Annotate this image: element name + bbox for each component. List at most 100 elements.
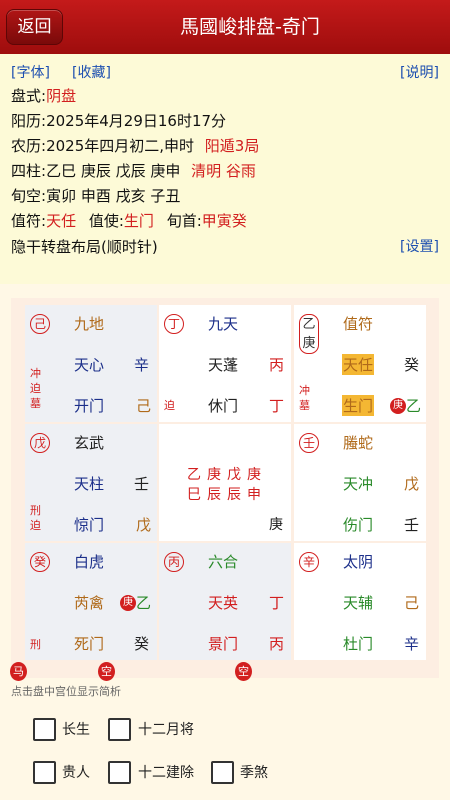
help-link[interactable]: [说明] [400, 62, 439, 82]
hidden-stem: 辛 [299, 552, 319, 572]
solar-label: 阳历: [11, 112, 47, 130]
center-stem-1: 乙 [187, 467, 201, 483]
xunshou-label: 旬首: [166, 212, 202, 230]
sizhu-row: 四柱:乙巳 庚辰 戊辰 庚申 清明 谷雨 [11, 160, 256, 181]
mark-chong: 冲 [30, 367, 41, 380]
hint-text: 点击盘中宫位显示简析 [11, 685, 121, 698]
star-stem: 壬 [134, 475, 150, 493]
palace-top-left[interactable]: 己 九地 天心 辛 开门 己 冲 迫 墓 [25, 305, 157, 422]
label-jianchu: 十二建除 [138, 765, 194, 781]
mark-xing: 刑 [30, 638, 41, 651]
palace-middle-right[interactable]: 壬 螣蛇 天冲 戊 伤门 壬 [294, 424, 426, 541]
hidden-stem: 癸 [30, 552, 50, 572]
god: 白虎 [74, 553, 105, 571]
ju-value: 阳遁3局 [204, 137, 260, 155]
favorite-link[interactable]: [收藏] [72, 62, 111, 82]
sizhu-label: 四柱: [11, 162, 47, 180]
qimen-board: 己 九地 天心 辛 开门 己 冲 迫 墓 丁 九天 天蓬 丙 休门 丁 迫 乙 … [11, 298, 439, 678]
palace-center[interactable]: 乙 庚 戊 庚 巳 辰 辰 申 庚 [159, 424, 291, 541]
xunkong-label: 旬空: [11, 187, 47, 205]
palace-bottom-right[interactable]: 辛 太阴 天辅 己 杜门 辛 [294, 543, 426, 660]
mark-chong: 冲 [299, 384, 310, 397]
door: 开门 [74, 397, 105, 415]
label-changsheng: 长生 [62, 722, 90, 738]
palace-bottom-left[interactable]: 癸 白虎 芮禽 庚 乙 死门 癸 刑 [25, 543, 157, 660]
solar-value: 2025年4月29日16时17分 [46, 112, 227, 130]
star-stem: 乙 [136, 594, 152, 612]
zhifu-label: 值符: [11, 212, 47, 230]
star-stem: 辛 [134, 356, 150, 374]
hidden-stem-bottom: 庚 [302, 336, 316, 351]
center-branch-2: 辰 [207, 487, 221, 503]
center-branch-4: 申 [247, 487, 261, 503]
checkbox-yuejiang[interactable] [108, 718, 131, 741]
void-marker-2: 空 [235, 662, 252, 681]
mark-mu: 墓 [299, 399, 310, 412]
checkbox-jisha[interactable] [211, 761, 234, 784]
mark-mu: 墓 [30, 397, 41, 410]
star: 天心 [74, 356, 105, 374]
settings-link[interactable]: [设置] [400, 236, 439, 256]
zhishi-label: 值使: [88, 212, 124, 230]
star: 天辅 [343, 594, 374, 612]
page-title: 馬國峻排盘-奇门 [180, 16, 320, 38]
horse-marker: 马 [10, 662, 27, 681]
star: 芮禽 [74, 594, 105, 612]
lunar-value: 2025年四月初二,申时 [46, 137, 195, 155]
panshi-label: 盘式: [11, 87, 47, 105]
solar-row: 阳历:2025年4月29日16时17分 [11, 110, 226, 131]
door-stem: 戊 [136, 516, 152, 534]
star-stem: 丙 [269, 356, 285, 374]
palace-middle-left[interactable]: 戊 玄武 天柱 壬 惊门 戊 刑 迫 [25, 424, 157, 541]
lunar-row: 农历:2025年四月初二,申时 阳遁3局 [11, 135, 259, 156]
hidden-stem-top: 乙 [302, 317, 316, 332]
xunkong-value: 寅卯 申酉 戌亥 子丑 [46, 187, 181, 205]
door: 生门 [342, 395, 375, 416]
checkbox-jianchu[interactable] [108, 761, 131, 784]
star-stem: 丁 [269, 594, 285, 612]
panshi-row: 盘式:阴盘 [11, 85, 76, 106]
god: 太阴 [343, 553, 374, 571]
title-bar: 返回 馬國峻排盘-奇门 [0, 0, 450, 54]
checkbox-changsheng[interactable] [33, 718, 56, 741]
hidden-stem-pair: 乙 庚 [299, 314, 319, 354]
door: 景门 [208, 635, 239, 653]
jieqi-value: 清明 谷雨 [191, 162, 256, 180]
label-guiren: 贵人 [62, 765, 90, 781]
palace-bottom-center[interactable]: 丙 六合 天英 丁 景门 丙 [159, 543, 291, 660]
info-panel: [字体] [收藏] [说明] 盘式:阴盘 阳历:2025年4月29日16时17分… [0, 54, 450, 284]
door-stem: 癸 [134, 635, 150, 653]
door-stem: 壬 [404, 516, 420, 534]
palace-top-center[interactable]: 丁 九天 天蓬 丙 休门 丁 迫 [159, 305, 291, 422]
back-button[interactable]: 返回 [6, 9, 63, 45]
god: 螣蛇 [343, 434, 374, 452]
door-stem: 丁 [269, 397, 285, 415]
layout-note: 隐干转盘布局(顺时针) [11, 238, 158, 256]
center-stem-2: 庚 [207, 467, 221, 483]
door-stem: 己 [136, 397, 152, 415]
font-link[interactable]: [字体] [11, 62, 50, 82]
hidden-stem: 丁 [164, 314, 184, 334]
god: 值符 [343, 315, 374, 333]
mark-po: 迫 [30, 519, 41, 532]
center-branch-1: 巳 [187, 487, 201, 503]
god: 九天 [208, 315, 239, 333]
star-stem: 癸 [404, 356, 420, 374]
zhifu-row: 值符:天任 值使:生门 旬首:甲寅癸 [11, 210, 247, 231]
god: 玄武 [74, 434, 105, 452]
god: 六合 [208, 553, 239, 571]
door-stem: 丙 [269, 635, 285, 653]
checkbox-guiren[interactable] [33, 761, 56, 784]
center-stem-3: 戊 [227, 467, 241, 483]
lunar-label: 农历: [11, 137, 47, 155]
xunkong-row: 旬空:寅卯 申酉 戌亥 子丑 [11, 185, 180, 206]
hidden-stem: 戊 [30, 433, 50, 453]
star-stem: 己 [404, 594, 420, 612]
xunshou-value: 甲寅癸 [201, 212, 247, 230]
void-marker-1: 空 [98, 662, 115, 681]
palace-top-right[interactable]: 乙 庚 值符 天任 癸 生门 庚 乙 冲 墓 [294, 305, 426, 422]
center-stem-4: 庚 [247, 467, 261, 483]
star-badge: 庚 [120, 595, 136, 611]
door: 惊门 [74, 516, 105, 534]
mark-xing: 刑 [30, 504, 41, 517]
